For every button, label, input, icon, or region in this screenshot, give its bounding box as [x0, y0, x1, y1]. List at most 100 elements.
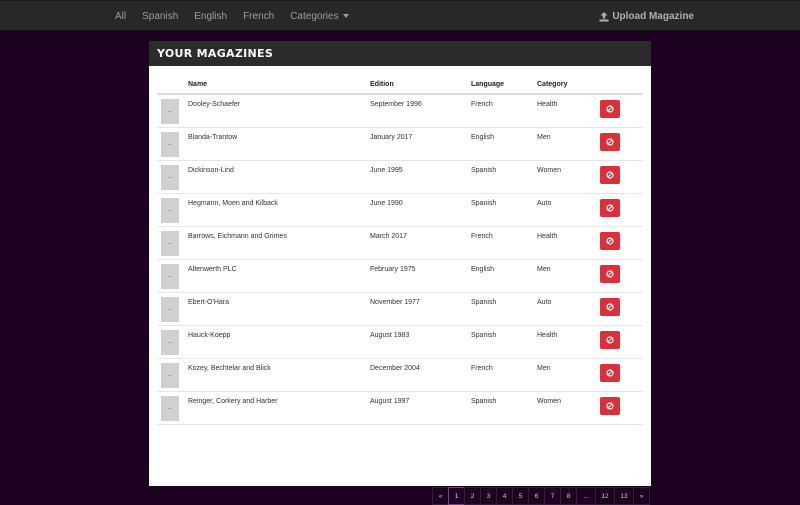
magazine-thumbnail[interactable] — [161, 99, 179, 124]
magazine-thumbnail[interactable] — [161, 263, 179, 289]
delete-button[interactable] — [600, 363, 620, 382]
header-category: Category — [537, 76, 600, 95]
upload-magazine-label: Upload Magazine — [612, 11, 694, 22]
delete-button[interactable] — [600, 100, 620, 118]
thumb-cell — [157, 325, 188, 359]
nav-links: All Spanish English French Categories — [115, 1, 365, 32]
page-link-7[interactable]: 7 — [544, 487, 561, 505]
nav-link-all[interactable]: All — [115, 11, 126, 22]
actions-cell — [600, 193, 643, 227]
nav-link-french[interactable]: French — [243, 11, 274, 22]
magazine-thumbnail[interactable] — [161, 296, 179, 322]
upload-icon — [599, 11, 609, 21]
magazine-language: French — [471, 94, 537, 128]
magazine-edition: August 1983 — [370, 325, 471, 359]
panel-title: YOUR MAGAZINES — [149, 41, 651, 66]
magazine-thumbnail[interactable] — [161, 197, 179, 223]
thumb-cell — [157, 193, 188, 227]
magazine-language: English — [471, 127, 537, 161]
delete-button[interactable] — [600, 330, 620, 349]
magazine-language: Spanish — [471, 292, 537, 326]
pagination: «1 2 3 4 5 6 7 8... 12 13» — [432, 487, 650, 505]
magazine-edition: June 1995 — [370, 160, 471, 194]
page-link-8[interactable]: 8 — [560, 487, 577, 505]
delete-button[interactable] — [600, 198, 620, 217]
page-link-1[interactable]: 1 — [448, 487, 465, 505]
magazine-edition: September 1996 — [370, 94, 471, 128]
page-link-prev[interactable]: « — [432, 487, 449, 505]
table-row: Barrows, Eichmann and Grimes March 2017 Fr… — [157, 226, 643, 260]
thumb-cell — [157, 358, 188, 392]
magazine-edition: August 1997 — [370, 391, 471, 425]
page-link-3[interactable]: 3 — [480, 487, 497, 505]
magazine-thumbnail[interactable] — [161, 131, 179, 157]
page-link-4[interactable]: 4 — [496, 487, 513, 505]
table-row: Dickinson-Lind June 1995 Spanish Women — [157, 160, 643, 194]
actions-cell — [600, 94, 643, 128]
nav-link-english[interactable]: English — [194, 11, 227, 22]
table-row: Ebert-O'Hara November 1977 Spanish Auto — [157, 292, 643, 326]
magazine-name: Dickinson-Lind — [188, 160, 370, 194]
nav-link-spanish[interactable]: Spanish — [142, 11, 178, 22]
actions-cell — [600, 358, 643, 392]
magazine-language: Spanish — [471, 391, 537, 425]
delete-button[interactable] — [600, 165, 620, 184]
header-actions — [600, 76, 643, 95]
page-link-6[interactable]: 6 — [528, 487, 545, 505]
ban-icon — [606, 368, 614, 377]
actions-cell — [600, 391, 643, 425]
table-row: Reinger, Corkery and Harber August 1997 Sp… — [157, 391, 643, 425]
page-link-2[interactable]: 2 — [464, 487, 481, 505]
magazine-language: Spanish — [471, 325, 537, 359]
magazine-thumbnail[interactable] — [161, 164, 179, 190]
magazine-category: Women — [537, 391, 600, 425]
actions-cell — [600, 259, 643, 293]
magazine-language: French — [471, 226, 537, 260]
ban-icon — [606, 105, 614, 113]
magazine-edition: February 1975 — [370, 259, 471, 293]
page-link-next[interactable]: » — [633, 487, 650, 505]
table-row: Dooley-Schaefer September 1996 French Healt… — [157, 94, 643, 128]
ban-icon — [606, 137, 614, 146]
ban-icon — [606, 170, 614, 179]
page-link-ellipsis: ... — [576, 487, 596, 505]
thumb-cell — [157, 292, 188, 326]
ban-icon — [606, 335, 614, 344]
magazine-name: Blanda-Trantow — [188, 127, 370, 161]
magazines-panel: YOUR MAGAZINES Name Edition Language Cat… — [149, 41, 651, 505]
magazine-category: Auto — [537, 193, 600, 227]
magazine-edition: November 1977 — [370, 292, 471, 326]
delete-button[interactable] — [600, 297, 620, 316]
thumb-cell — [157, 226, 188, 260]
magazine-category: Men — [537, 259, 600, 293]
table-row: Hauck-Koepp August 1983 Spanish Health — [157, 325, 643, 359]
magazine-language: French — [471, 358, 537, 392]
navbar: All Spanish English French Categories Up… — [0, 0, 800, 31]
header-language: Language — [471, 76, 537, 95]
magazine-category: Men — [537, 358, 600, 392]
magazine-thumbnail[interactable] — [161, 395, 179, 421]
upload-magazine-button[interactable]: Upload Magazine — [599, 1, 694, 32]
actions-cell — [600, 226, 643, 260]
magazine-thumbnail[interactable] — [161, 329, 179, 355]
magazine-language: English — [471, 259, 537, 293]
delete-button[interactable] — [600, 264, 620, 283]
page-link-13[interactable]: 13 — [614, 487, 634, 505]
table-row: Altenwerth PLC February 1975 English Men — [157, 259, 643, 293]
actions-cell — [600, 325, 643, 359]
delete-button[interactable] — [600, 231, 620, 250]
header-name: Name — [188, 76, 370, 95]
thumb-cell — [157, 259, 188, 293]
page-link-12[interactable]: 12 — [595, 487, 615, 505]
categories-label: Categories — [290, 11, 339, 22]
actions-cell — [600, 160, 643, 194]
delete-button[interactable] — [600, 396, 620, 415]
table-header-row: Name Edition Language Category — [157, 76, 643, 95]
table-row: Kozey, Bechtelar and Blick December 2004 F… — [157, 358, 643, 392]
magazine-name: Altenwerth PLC — [188, 259, 370, 293]
magazine-thumbnail[interactable] — [161, 230, 179, 256]
magazine-thumbnail[interactable] — [161, 362, 179, 388]
page-link-5[interactable]: 5 — [512, 487, 529, 505]
delete-button[interactable] — [600, 132, 620, 151]
nav-link-categories[interactable]: Categories — [290, 11, 349, 22]
